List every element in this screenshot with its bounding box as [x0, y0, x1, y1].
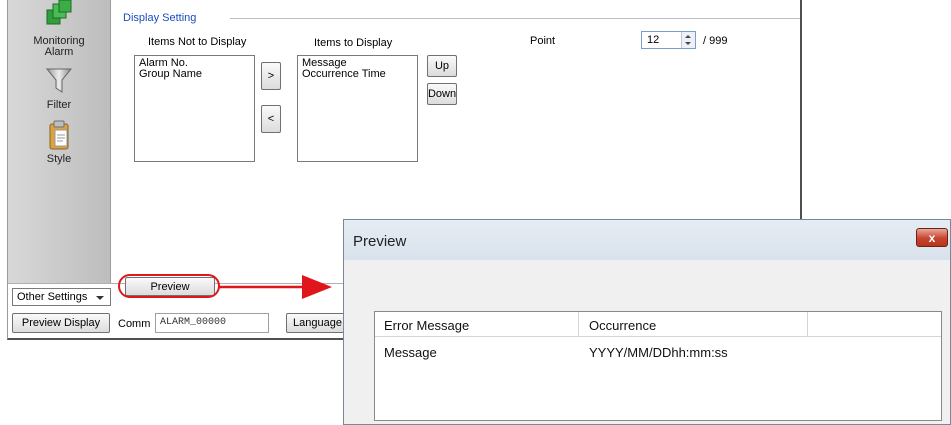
sidebar: Monitoring Alarm Filter Style [8, 0, 111, 283]
column-header-occurrence: Occurrence [589, 318, 657, 333]
list-item[interactable]: Occurrence Time [302, 69, 413, 80]
group-divider [230, 18, 800, 19]
red-arrow-icon [218, 275, 332, 299]
language-button[interactable]: Language 1 [286, 313, 348, 333]
preview-dialog: Preview x Error Message Occurrence Messa… [343, 219, 951, 425]
comm-field[interactable]: ALARM_00000 [155, 313, 269, 333]
preview-display-button[interactable]: Preview Display [12, 313, 110, 333]
close-icon: x [928, 230, 936, 245]
sidebar-item-filter[interactable]: Filter [8, 67, 110, 111]
chevron-down-icon [96, 296, 104, 300]
items-to-display-list[interactable]: Message Occurrence Time [297, 55, 418, 162]
monitoring-alarm-icon [46, 0, 72, 25]
dialog-titlebar[interactable]: Preview x [344, 220, 950, 260]
style-icon [49, 120, 69, 150]
items-not-to-display-label: Items Not to Display [148, 36, 247, 48]
close-button[interactable]: x [916, 228, 948, 247]
move-right-button[interactable]: > [261, 62, 281, 90]
dialog-title: Preview [353, 233, 407, 250]
table-header: Error Message Occurrence [375, 312, 941, 337]
other-settings-dropdown[interactable]: Other Settings [12, 288, 111, 306]
sidebar-item-monitoring-alarm[interactable]: Monitoring Alarm [8, 0, 110, 58]
sidebar-item-style[interactable]: Style [8, 120, 110, 165]
move-left-button[interactable]: < [261, 105, 281, 133]
list-item[interactable]: Group Name [139, 69, 250, 80]
items-not-to-display-list[interactable]: Alarm No. Group Name [134, 55, 255, 162]
dialog-body: Error Message Occurrence Message YYYY/MM… [352, 260, 942, 421]
sidebar-item-label: Monitoring Alarm [33, 35, 85, 58]
items-to-display-label: Items to Display [314, 37, 393, 49]
highlight-oval [118, 274, 220, 298]
point-stepper[interactable]: 12 [641, 31, 696, 49]
display-setting-group-title: Display Setting [123, 12, 197, 24]
filter-icon [45, 68, 73, 93]
column-divider [807, 312, 808, 336]
comm-label: Comm [118, 318, 151, 330]
point-max-label: / 999 [703, 35, 728, 47]
other-settings-label: Other Settings [17, 291, 88, 303]
sidebar-item-label: Filter [46, 99, 72, 111]
stepper-arrows-icon[interactable] [681, 32, 695, 48]
table-cell: YYYY/MM/DDhh:mm:ss [589, 345, 728, 360]
table-cell: Message [384, 345, 437, 360]
column-divider [578, 312, 579, 336]
sidebar-item-label: Style [46, 153, 72, 165]
column-header-error-message: Error Message [384, 318, 470, 333]
up-button[interactable]: Up [427, 55, 457, 77]
point-value: 12 [647, 34, 660, 46]
preview-table: Error Message Occurrence Message YYYY/MM… [374, 311, 942, 421]
down-button[interactable]: Down [427, 83, 457, 105]
point-label: Point [530, 35, 556, 47]
